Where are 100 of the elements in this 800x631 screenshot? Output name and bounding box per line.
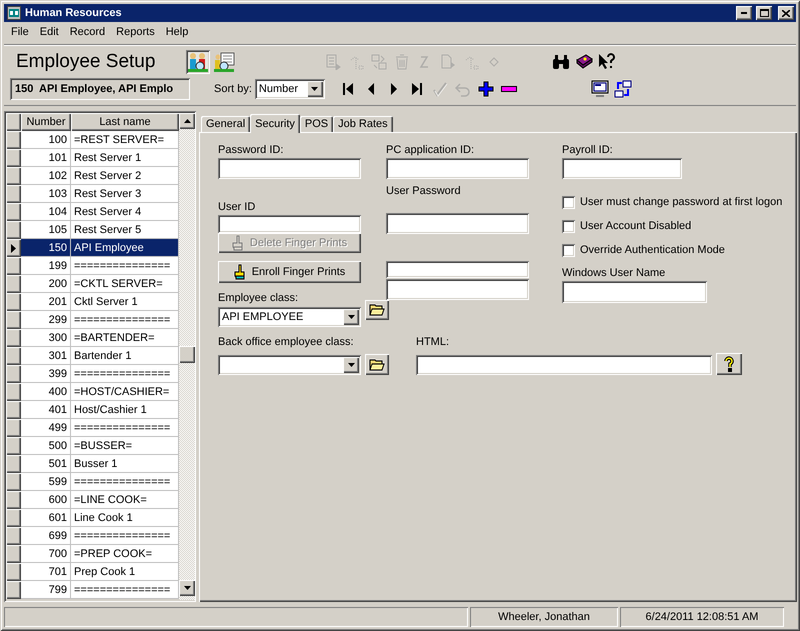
input-field[interactable] — [218, 158, 361, 179]
sort-dropdown[interactable]: Number — [254, 78, 325, 98]
row-header[interactable] — [6, 185, 21, 203]
scroll-thumb[interactable] — [179, 346, 195, 363]
row-header[interactable] — [6, 221, 21, 239]
row-header[interactable] — [6, 455, 21, 473]
previous-icon — [366, 82, 375, 96]
scroll-down-button[interactable] — [179, 580, 195, 596]
enroll-fingerprints-button[interactable]: Enroll Finger Prints — [218, 261, 361, 283]
view-button[interactable] — [186, 50, 210, 74]
row-header[interactable] — [6, 365, 21, 383]
sync-tool-button[interactable] — [612, 78, 634, 100]
monitor-icon — [590, 80, 609, 98]
table-cell: 105 — [21, 221, 71, 239]
table-cell: Host/Cashier 1 — [71, 401, 179, 419]
row-header[interactable] — [6, 419, 21, 437]
field-label: Payroll ID: — [562, 144, 614, 157]
dropdown-arrow-icon — [348, 363, 354, 367]
tab[interactable]: Job Rates — [333, 116, 393, 132]
document-icon — [440, 54, 456, 70]
input-field[interactable] — [386, 158, 529, 179]
help-book-icon — [575, 54, 593, 70]
plus-icon — [478, 80, 494, 96]
table-cell: 299 — [21, 311, 71, 329]
row-header[interactable] — [6, 473, 21, 491]
tab[interactable]: POS — [300, 116, 334, 132]
first-record-icon — [342, 82, 354, 96]
row-header[interactable] — [6, 509, 21, 527]
row-header[interactable] — [6, 401, 21, 419]
row-header[interactable] — [6, 383, 21, 401]
input-field[interactable] — [386, 279, 529, 300]
current-row-icon — [11, 244, 16, 252]
row-header[interactable] — [6, 491, 21, 509]
row-header[interactable] — [6, 293, 21, 311]
row-header[interactable] — [6, 167, 21, 185]
undo-icon — [454, 80, 471, 96]
input-field[interactable] — [416, 355, 712, 375]
folder-icon — [369, 303, 385, 316]
row-header[interactable] — [6, 131, 21, 149]
window-title: Human Resources — [25, 7, 123, 19]
field-label: Windows User Name — [562, 267, 666, 280]
screen-tool-button[interactable] — [588, 78, 611, 100]
row-header[interactable] — [6, 347, 21, 365]
checkbox[interactable] — [562, 220, 575, 232]
table-cell: 700 — [21, 545, 71, 563]
input-field[interactable] — [386, 213, 529, 234]
dropdown-field[interactable]: API EMPLOYEE — [218, 307, 361, 327]
menu-item[interactable]: Edit — [34, 26, 65, 38]
minimize-button[interactable] — [736, 6, 752, 20]
column-header[interactable]: Last name — [71, 113, 179, 131]
checkbox[interactable] — [562, 244, 575, 256]
row-header[interactable] — [6, 311, 21, 329]
close-icon — [782, 10, 790, 16]
field-label: Password ID: — [218, 144, 284, 157]
dropdown-arrow-icon — [348, 315, 354, 319]
column-header[interactable]: Number — [21, 113, 71, 131]
browse-button[interactable] — [365, 300, 389, 320]
input-field[interactable] — [562, 158, 682, 179]
table-cell: Line Cook 1 — [71, 509, 179, 527]
menu-item[interactable]: Help — [160, 26, 194, 38]
table-cell: 600 — [21, 491, 71, 509]
view-button[interactable] — [212, 50, 236, 74]
row-header[interactable] — [6, 257, 21, 275]
maximize-button[interactable] — [756, 6, 772, 20]
input-field[interactable] — [562, 281, 707, 303]
row-header[interactable] — [6, 563, 21, 581]
binoculars-icon — [552, 54, 570, 70]
dropdown-field[interactable] — [218, 355, 361, 375]
table-cell: 699 — [21, 527, 71, 545]
input-field[interactable] — [386, 261, 529, 278]
menu-item[interactable]: File — [6, 26, 35, 38]
table-cell: 599 — [21, 473, 71, 491]
row-header[interactable] — [6, 437, 21, 455]
table-cell: =============== — [71, 311, 179, 329]
record-field: 150 API Employee, API Emplo — [10, 78, 190, 100]
scrollbar[interactable] — [179, 113, 195, 600]
row-header[interactable] — [6, 527, 21, 545]
row-header[interactable] — [6, 545, 21, 563]
tab[interactable]: General — [201, 116, 250, 132]
help-button[interactable] — [716, 353, 742, 375]
field-label: Back office employee class: — [218, 336, 355, 349]
table-cell: 104 — [21, 203, 71, 221]
input-field[interactable] — [218, 215, 361, 233]
browse-button[interactable] — [365, 354, 389, 375]
row-header[interactable] — [6, 581, 21, 599]
tab[interactable]: Security — [250, 114, 300, 133]
row-header[interactable] — [6, 275, 21, 293]
menu-item[interactable]: Reports — [111, 26, 161, 38]
close-button[interactable] — [778, 6, 794, 20]
row-header[interactable] — [6, 203, 21, 221]
table-cell: Rest Server 1 — [71, 149, 179, 167]
row-header[interactable] — [6, 239, 21, 257]
table-cell: =BARTENDER= — [71, 329, 179, 347]
row-header[interactable] — [6, 149, 21, 167]
scroll-up-button[interactable] — [179, 113, 195, 129]
table-cell: =CKTL SERVER= — [71, 275, 179, 293]
table-cell: =============== — [71, 581, 179, 599]
row-header[interactable] — [6, 329, 21, 347]
checkbox[interactable] — [562, 196, 575, 208]
menu-item[interactable]: Record — [64, 26, 112, 38]
